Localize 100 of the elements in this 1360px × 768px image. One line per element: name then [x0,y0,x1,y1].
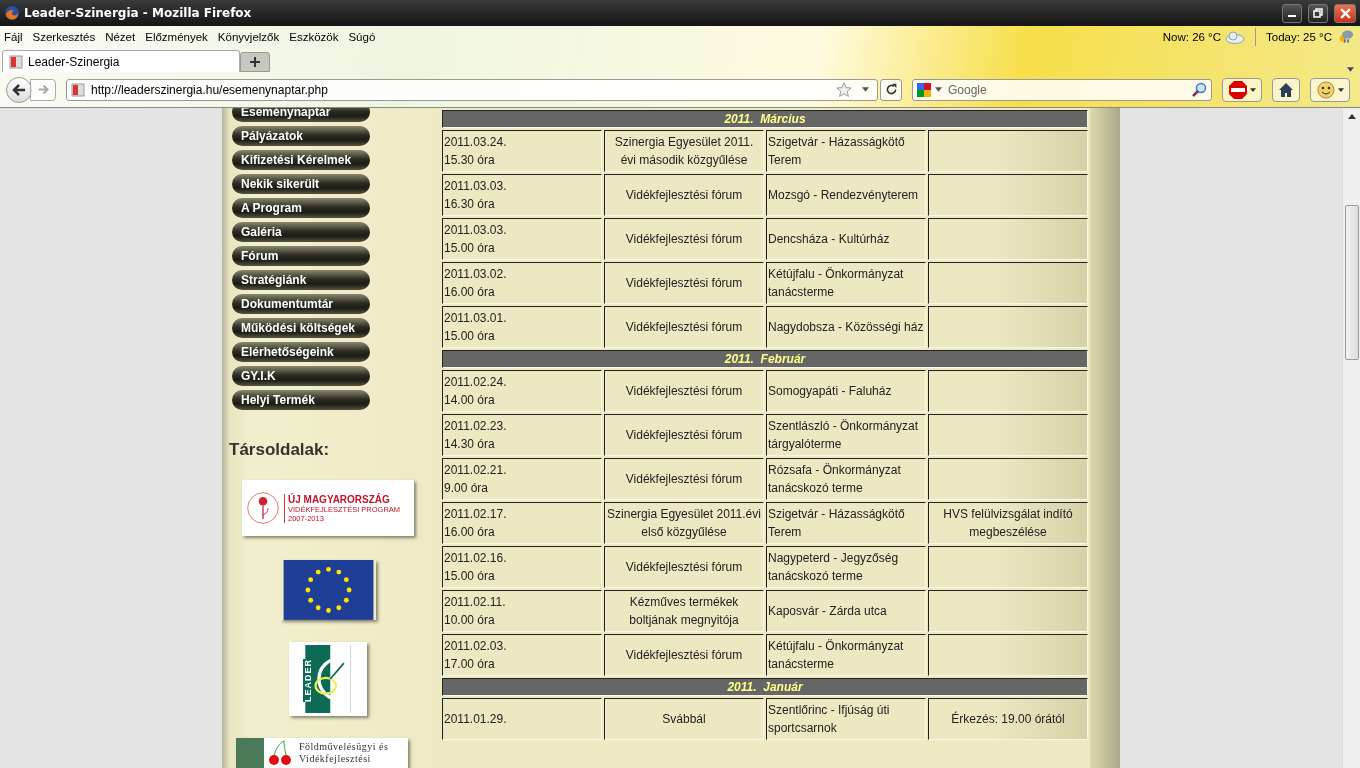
star-icon[interactable] [836,81,852,98]
event-cell: Vidékfejlesztési fórum [604,306,764,348]
vertical-scrollbar[interactable] [1342,108,1360,768]
menu-item[interactable]: Szerkesztés [32,31,96,43]
event-cell: Vidékfejlesztési fórum [604,634,764,676]
ministry-logo[interactable]: Földművelésügyi és Vidékfejlesztési [236,738,408,768]
date-cell: 2011.02.24. 14.00 óra [442,370,602,412]
dropdown-arrow-icon[interactable] [935,87,942,92]
event-cell: Vidékfejlesztési fórum [604,262,764,304]
new-tab-button[interactable] [240,52,270,72]
sidebar-menu-item[interactable]: Eseménynaptár [232,108,370,122]
menu-item[interactable]: Súgó [348,31,376,43]
location-cell: Nagypeterd - Jegyzőség tanácskozó terme [766,546,926,588]
event-cell: Vidékfejlesztési fórum [604,458,764,500]
sidebar-menu-item[interactable]: Működési költségek [232,318,370,338]
date-cell: 2011.02.17. 16.00 óra [442,502,602,544]
minimize-icon [1288,15,1296,17]
menu-item[interactable]: Nézet [105,31,136,43]
scrollbar-thumb[interactable] [1344,205,1359,360]
minimize-button[interactable] [1282,3,1302,23]
date-cell: 2011.03.01. 15.00 óra [442,306,602,348]
close-icon [1339,7,1351,19]
event-cell: Kézműves termékek boltjának megnyitója [604,590,764,632]
menu-item[interactable]: Eszközök [289,31,339,43]
smiley-icon [1316,79,1336,100]
google-icon[interactable] [917,82,931,97]
search-bar[interactable]: Google [912,78,1212,101]
event-cell: Vidékfejlesztési fórum [604,370,764,412]
date-cell: 2011.03.24. 15.30 óra [442,130,602,172]
event-cell: Szinergia Egyesület 2011.évi első közgyűlése [604,502,764,544]
sidebar-menu-item[interactable]: Fórum [232,246,370,266]
location-cell: Mozsgó - Rendezvényterem [766,174,926,216]
reload-icon [884,83,898,96]
sidebar-menu-item[interactable]: Nekik sikerült [232,174,370,194]
scroll-up-arrow-icon[interactable] [1347,114,1356,119]
sidebar-menu-item[interactable]: Stratégiánk [232,270,370,290]
sidebar-menu-item[interactable]: Kifizetési Kérelmek [232,150,370,170]
note-cell: Érkezés: 19.00 órától [928,698,1088,740]
date-cell: 2011.02.03. 17.00 óra [442,634,602,676]
location-cell: Szigetvár - Házasságkötő Terem [766,130,926,172]
event-cell: Vidékfejlesztési fórum [604,546,764,588]
date-cell: 2011.03.02. 16.00 óra [442,262,602,304]
leader-logo[interactable]: LEADER [289,642,367,716]
location-cell: Kétújfalu - Önkormányzat tanácsterme [766,634,926,676]
date-cell: 2011.01.29. [442,698,602,740]
menu-item[interactable]: Könyvjelzők [217,31,280,43]
cloud-icon [1225,29,1246,45]
back-button[interactable] [6,76,32,103]
forward-arrow-icon [36,83,50,96]
browser-tab[interactable]: Leader-Szinergia [2,50,240,72]
dropdown-arrow-icon[interactable] [1347,67,1354,72]
month-header: 2011. Február [442,350,1088,368]
sidebar-menu-item[interactable]: Galéria [232,222,370,242]
date-cell: 2011.02.16. 15.00 óra [442,546,602,588]
weather-label[interactable]: Today: 25 °C [1266,31,1332,43]
sidebar-menu-item[interactable]: Elérhetőségeink [232,342,370,362]
sidebar-menu-item[interactable]: Pályázatok [232,126,370,146]
flower-icon [246,491,280,526]
location-cell: Dencsháza - Kultúrház [766,218,926,260]
location-cell: Rózsafa - Önkormányzat tanácskozó terme [766,458,926,500]
search-icon[interactable] [1191,81,1207,98]
address-bar[interactable]: http://leaderszinergia.hu/esemenynaptar.php [66,78,878,101]
month-header: 2011. Március [442,110,1088,128]
sidebar-menu-item[interactable]: Helyi Termék [232,390,370,410]
location-cell: Nagydobsza - Közösségi ház [766,306,926,348]
menu-item[interactable]: Előzmények [145,31,208,43]
search-input[interactable]: Google [946,81,1191,98]
restore-icon [1313,8,1323,18]
reload-button[interactable] [880,78,902,101]
month-header: 2011. Január [442,678,1088,696]
plus-icon [249,56,261,68]
back-arrow-icon [11,81,27,98]
sidebar-menu-item[interactable]: GY.I.K [232,366,370,386]
sidebar-menu-item[interactable]: A Program [232,198,370,218]
date-cell: 2011.02.23. 14.30 óra [442,414,602,456]
smiley-button[interactable] [1310,77,1350,102]
home-button[interactable] [1272,77,1300,102]
date-cell: 2011.02.11. 10.00 óra [442,590,602,632]
location-cell: Szentlőrinc - Ifjúság úti sportcsarnok [766,698,926,740]
dropdown-arrow-icon[interactable] [862,87,869,92]
location-cell: Szigetvár - Házasságkötő Terem [766,502,926,544]
dropdown-arrow-icon [1338,87,1344,92]
site-favicon-icon [71,82,85,97]
note-cell: HVS felülvizsgálat indító megbeszélése [928,502,1088,544]
event-cell: Vidékfejlesztési fórum [604,218,764,260]
menu-item[interactable]: Fájl [4,31,23,43]
partners-heading: Társoldalak: [229,440,330,460]
close-button[interactable] [1334,3,1356,23]
event-cell: Vidékfejlesztési fórum [604,174,764,216]
dropdown-arrow-icon [1250,87,1256,92]
restore-button[interactable] [1308,3,1328,23]
location-cell: Szentlászló - Önkormányzat tárgyalóterme [766,414,926,456]
weather-label[interactable]: Now: 26 °C [1162,31,1222,43]
date-cell: 2011.03.03. 16.30 óra [442,174,602,216]
date-cell: 2011.03.03. 15.00 óra [442,218,602,260]
adblock-button[interactable] [1222,77,1262,102]
stop-sign-icon [1228,79,1248,100]
event-cell: Vidékfejlesztési fórum [604,414,764,456]
sidebar-menu-item[interactable]: Dokumentumtár [232,294,370,314]
event-cell: Svábbál [604,698,764,740]
